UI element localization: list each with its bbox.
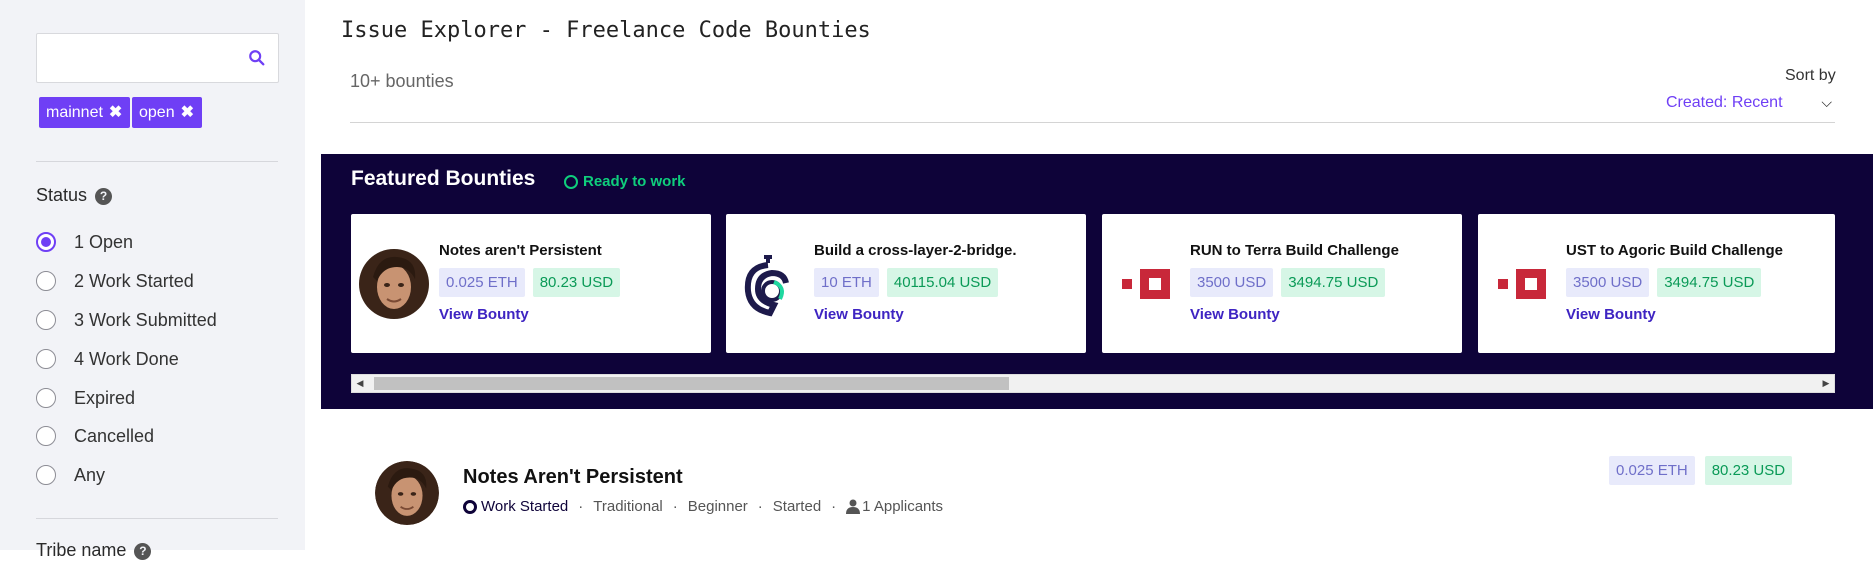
card-title: RUN to Terra Build Challenge <box>1190 242 1399 259</box>
radio-button[interactable] <box>36 349 56 369</box>
radio-button[interactable] <box>36 271 56 291</box>
status-option-any[interactable]: Any <box>36 463 105 487</box>
status-option-label: Expired <box>74 387 136 408</box>
status-title: Status <box>36 185 88 205</box>
sort-value: Created: Recent <box>1666 94 1783 111</box>
amount-badge: 10 ETH <box>814 268 879 297</box>
avatar-image <box>375 461 439 525</box>
red-squares-logo-icon <box>1498 269 1546 299</box>
view-bounty-link[interactable]: View Bounty <box>1566 306 1656 323</box>
radio-button[interactable] <box>36 310 56 330</box>
sort-dropdown[interactable]: Created: Recent ⌵ <box>1666 94 1832 112</box>
bounty-state: Started <box>772 498 822 515</box>
status-circle-icon <box>463 499 477 514</box>
status-option-expired[interactable]: Expired <box>36 386 135 410</box>
scrollbar-thumb[interactable] <box>374 377 1009 390</box>
scroll-right-icon[interactable]: ▶ <box>1818 375 1834 392</box>
help-icon[interactable]: ? <box>95 188 113 205</box>
amount-badge: 3500 USD <box>1190 268 1274 297</box>
filter-chip-open: open ✖ <box>132 97 202 128</box>
status-option-label: 2 Work Started <box>74 270 194 291</box>
help-icon[interactable]: ? <box>134 543 152 560</box>
chip-label: mainnet <box>46 104 103 121</box>
bounty-title[interactable]: Notes Aren't Persistent <box>463 466 683 489</box>
tribe-title: Tribe name <box>36 540 127 560</box>
filter-sidebar: mainnet ✖ open ✖ Status? 1 Open 2 Work Sta… <box>0 0 305 560</box>
usd-badge: 80.23 USD <box>1704 456 1793 485</box>
ready-to-work-badge: Ready to work <box>564 173 686 190</box>
bounty-applicants: 1 Applicants <box>862 498 944 515</box>
page-title: Issue Explorer - Freelance Code Bounties <box>341 18 871 43</box>
usd-badge: 3494.75 USD <box>1281 268 1386 297</box>
card-title: Notes aren't Persistent <box>439 242 602 259</box>
search-icon[interactable] <box>248 49 266 67</box>
ready-label: Ready to work <box>583 173 686 190</box>
divider <box>350 122 1835 123</box>
radio-button[interactable] <box>36 426 56 446</box>
helmet-logo-icon <box>744 255 789 317</box>
status-option-work-submitted[interactable]: 3 Work Submitted <box>36 308 217 332</box>
bounty-meta: Work Started · Traditional · Beginner · … <box>463 498 943 515</box>
avatar <box>359 249 429 319</box>
status-option-work-started[interactable]: 2 Work Started <box>36 269 194 293</box>
filter-chip-mainnet: mainnet ✖ <box>39 97 131 128</box>
divider <box>36 518 278 519</box>
bounty-count: 10+ bounties <box>350 71 454 91</box>
separator: · <box>578 498 584 515</box>
bounty-status: Work Started <box>481 498 569 515</box>
card-title: Build a cross-layer-2-bridge. <box>814 242 1017 259</box>
featured-card[interactable]: UST to Agoric Build Challenge 3500 USD 3… <box>1478 214 1835 353</box>
status-option-cancelled[interactable]: Cancelled <box>36 424 154 448</box>
radio-button[interactable] <box>36 388 56 408</box>
avatar <box>375 461 439 525</box>
separator: · <box>831 498 837 515</box>
featured-card[interactable]: RUN to Terra Build Challenge 3500 USD 34… <box>1102 214 1462 353</box>
amount-badge: 0.025 ETH <box>1609 456 1695 485</box>
usd-badge: 40115.04 USD <box>886 268 999 297</box>
person-icon <box>846 499 861 514</box>
view-bounty-link[interactable]: View Bounty <box>814 306 904 323</box>
chip-label: open <box>139 104 175 121</box>
status-option-label: 1 Open <box>74 231 134 252</box>
status-option-label: Any <box>74 464 106 485</box>
radio-button[interactable] <box>36 232 56 252</box>
radio-button[interactable] <box>36 465 56 485</box>
divider <box>36 161 278 162</box>
featured-title: Featured Bounties <box>351 167 536 190</box>
separator: · <box>757 498 763 515</box>
status-option-label: 4 Work Done <box>74 348 179 369</box>
separator: · <box>672 498 678 515</box>
view-bounty-link[interactable]: View Bounty <box>1190 306 1280 323</box>
bounty-level: Beginner <box>687 498 748 515</box>
usd-badge: 3494.75 USD <box>1657 268 1762 297</box>
close-icon[interactable]: ✖ <box>109 97 122 128</box>
status-option-work-done[interactable]: 4 Work Done <box>36 347 179 371</box>
amount-badge: 3500 USD <box>1566 268 1650 297</box>
search-input[interactable] <box>36 33 279 83</box>
scroll-left-icon[interactable]: ◀ <box>352 375 368 392</box>
featured-card[interactable]: Notes aren't Persistent 0.025 ETH 80.23 … <box>351 214 711 353</box>
status-option-label: 3 Work Submitted <box>74 309 217 330</box>
featured-card[interactable]: Build a cross-layer-2-bridge. 10 ETH 401… <box>726 214 1086 353</box>
sort-label: Sort by <box>1785 67 1836 84</box>
tribe-section-title: Tribe name? <box>36 540 152 561</box>
red-squares-logo-icon <box>1122 269 1170 299</box>
usd-badge: 80.23 USD <box>532 268 621 297</box>
status-option-label: Cancelled <box>74 425 155 446</box>
status-section-title: Status? <box>36 185 113 206</box>
chevron-down-icon: ⌵ <box>1821 94 1832 110</box>
bounty-type: Traditional <box>593 498 663 515</box>
close-icon[interactable]: ✖ <box>181 97 194 128</box>
status-option-open[interactable]: 1 Open <box>36 230 133 254</box>
circle-icon <box>564 174 578 189</box>
amount-badge: 0.025 ETH <box>439 268 525 297</box>
card-title: UST to Agoric Build Challenge <box>1566 242 1783 259</box>
horizontal-scrollbar[interactable]: ◀ ▶ <box>351 374 1835 393</box>
view-bounty-link[interactable]: View Bounty <box>439 306 529 323</box>
featured-bounties-panel: Featured Bounties Ready to work Notes ar… <box>321 154 1873 409</box>
